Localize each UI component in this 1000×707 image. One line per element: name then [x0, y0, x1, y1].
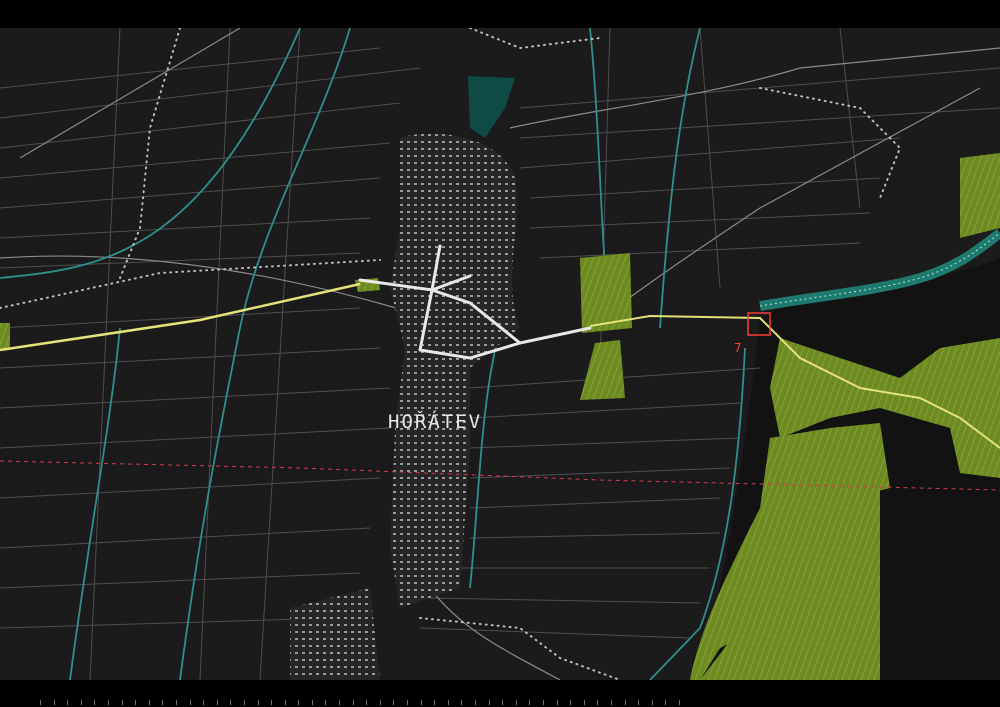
- marker-label: 7: [734, 341, 742, 355]
- map-frame: HOŘÁTEV 7: [0, 0, 1000, 707]
- place-label: HOŘÁTEV: [388, 411, 483, 433]
- map-svg: [0, 28, 1000, 680]
- map-canvas[interactable]: HOŘÁTEV 7: [0, 28, 1000, 680]
- scale-ticks: [40, 700, 680, 705]
